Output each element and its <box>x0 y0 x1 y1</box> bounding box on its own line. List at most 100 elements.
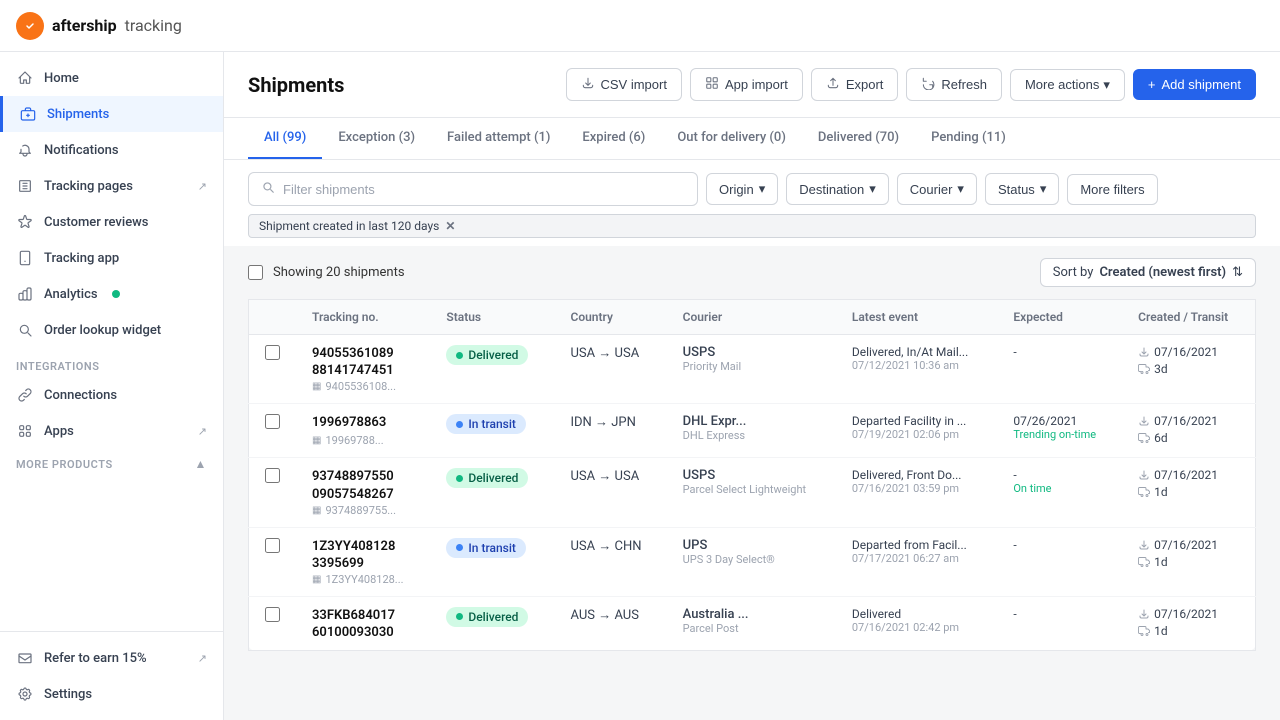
origin-filter-button[interactable]: Origin ▾ <box>706 173 778 205</box>
page-title: Shipments <box>248 73 344 97</box>
csv-import-label: CSV import <box>601 77 667 92</box>
cell-country-0: USA → USA <box>554 335 666 404</box>
filter-row: Origin ▾ Destination ▾ Courier ▾ Status … <box>248 172 1256 206</box>
more-products-section[interactable]: MORE PRODUCTS ▲ <box>0 449 223 479</box>
sidebar-item-settings[interactable]: Settings <box>0 676 223 712</box>
cell-event-0: Delivered, In/At Mail... 07/12/2021 10:3… <box>836 335 998 404</box>
chevron-down-icon: ▾ <box>1103 77 1110 93</box>
col-courier: Courier <box>667 300 836 335</box>
sidebar-item-label: Apps <box>44 424 74 439</box>
tab-all[interactable]: All (99) <box>248 118 322 159</box>
table-row: 1Z3YY408128 3395699 ▦1Z3YY408128... In t… <box>249 527 1256 596</box>
cell-status-3: In transit <box>430 527 554 596</box>
export-icon <box>826 76 840 93</box>
table-row: 1996978863 ▦19969788... In transit IDN →… <box>249 404 1256 458</box>
more-filters-label: More filters <box>1080 182 1144 197</box>
cell-expected-4: - <box>997 596 1122 650</box>
sidebar-item-shipments[interactable]: Shipments <box>0 96 223 132</box>
sidebar-item-customer-reviews[interactable]: Customer reviews <box>0 204 223 240</box>
col-status: Status <box>430 300 554 335</box>
integrations-label: INTEGRATIONS <box>0 348 223 377</box>
plus-icon: + <box>1148 77 1156 92</box>
row-checkbox-3[interactable] <box>265 538 280 553</box>
search-input[interactable] <box>283 182 685 197</box>
sidebar-item-tracking-app[interactable]: Tracking app <box>0 240 223 276</box>
row-checkbox-2[interactable] <box>265 468 280 483</box>
select-all-checkbox[interactable] <box>248 265 263 280</box>
tab-delivered[interactable]: Delivered (70) <box>802 118 915 159</box>
sidebar-item-label: Refer to earn 15% <box>44 651 147 666</box>
sort-label: Sort by <box>1053 265 1094 280</box>
app-import-label: App import <box>725 77 788 92</box>
shipments-table: Tracking no. Status Country Courier Late… <box>248 299 1256 651</box>
sidebar-item-label: Shipments <box>47 107 109 122</box>
cell-country-2: USA → USA <box>554 458 666 527</box>
csv-import-button[interactable]: CSV import <box>566 68 682 101</box>
sidebar-item-notifications[interactable]: Notifications <box>0 132 223 168</box>
sidebar-item-label: Customer reviews <box>44 215 149 230</box>
cell-created-2: 07/16/2021 1d <box>1122 458 1255 527</box>
cell-status-1: In transit <box>430 404 554 458</box>
refer-icon <box>16 649 34 667</box>
export-button[interactable]: Export <box>811 68 899 101</box>
sidebar-item-order-lookup[interactable]: Order lookup widget <box>0 312 223 348</box>
destination-filter-button[interactable]: Destination ▾ <box>786 173 889 205</box>
add-shipment-button[interactable]: + Add shipment <box>1133 69 1256 100</box>
sidebar-item-analytics[interactable]: Analytics <box>0 276 223 312</box>
row-checkbox-4[interactable] <box>265 607 280 622</box>
status-chevron-icon: ▾ <box>1040 181 1047 197</box>
origin-chevron-icon: ▾ <box>759 181 766 197</box>
more-filters-button[interactable]: More filters <box>1067 174 1157 205</box>
cell-status-2: Delivered <box>430 458 554 527</box>
cell-expected-0: - <box>997 335 1122 404</box>
courier-label: Courier <box>910 182 953 197</box>
download-icon <box>581 76 595 93</box>
analytics-badge <box>112 290 120 298</box>
tab-pending[interactable]: Pending (11) <box>915 118 1022 159</box>
search-box <box>248 172 698 206</box>
sidebar-item-label: Settings <box>44 687 92 702</box>
cell-created-3: 07/16/2021 1d <box>1122 527 1255 596</box>
cell-courier-4: Australia ... Parcel Post <box>667 596 836 650</box>
row-checkbox-0[interactable] <box>265 345 280 360</box>
cell-expected-2: - On time <box>997 458 1122 527</box>
logo-icon <box>16 12 44 40</box>
cell-tracking-no-0: 94055361089 88141747451 ▦9405536108... <box>296 335 430 404</box>
apps-icon <box>16 422 34 440</box>
cell-created-4: 07/16/2021 1d <box>1122 596 1255 650</box>
cell-status-4: Delivered <box>430 596 554 650</box>
row-checkbox-1[interactable] <box>265 414 280 429</box>
app-import-button[interactable]: App import <box>690 68 803 101</box>
sidebar-item-apps[interactable]: Apps ↗ <box>0 413 223 449</box>
courier-filter-button[interactable]: Courier ▾ <box>897 173 977 205</box>
tab-expired[interactable]: Expired (6) <box>566 118 661 159</box>
table-toolbar: Showing 20 shipments Sort by Created (ne… <box>248 246 1256 299</box>
cell-status-0: Delivered <box>430 335 554 404</box>
tab-out-for-delivery[interactable]: Out for delivery (0) <box>661 118 802 159</box>
sidebar-item-home[interactable]: Home <box>0 60 223 96</box>
home-icon <box>16 69 34 87</box>
search-icon <box>261 180 275 198</box>
status-label: Status <box>998 182 1035 197</box>
refresh-button[interactable]: Refresh <box>906 68 1002 101</box>
sidebar-item-tracking-pages[interactable]: Tracking pages ↗ <box>0 168 223 204</box>
sort-select[interactable]: Sort by Created (newest first) ⇅ <box>1040 258 1256 287</box>
sort-value: Created (newest first) <box>1099 265 1226 280</box>
sidebar-item-refer[interactable]: Refer to earn 15% ↗ <box>0 640 223 676</box>
status-filter-button[interactable]: Status ▾ <box>985 173 1059 205</box>
sidebar-item-connections[interactable]: Connections <box>0 377 223 413</box>
shipments-icon <box>19 105 37 123</box>
active-filter-text: Shipment created in last 120 days <box>259 219 439 233</box>
col-country: Country <box>554 300 666 335</box>
remove-filter-button[interactable]: ✕ <box>445 219 455 233</box>
sort-chevron-icon: ⇅ <box>1232 265 1243 280</box>
more-actions-button[interactable]: More actions ▾ <box>1010 69 1125 101</box>
tab-failed-attempt[interactable]: Failed attempt (1) <box>431 118 566 159</box>
reviews-icon <box>16 213 34 231</box>
courier-chevron-icon: ▾ <box>957 181 964 197</box>
more-actions-label: More actions <box>1025 77 1099 92</box>
cell-tracking-no-2: 93748897550 09057548267 ▦9374889755... <box>296 458 430 527</box>
cell-expected-1: 07/26/2021 Trending on-time <box>997 404 1122 458</box>
notifications-icon <box>16 141 34 159</box>
tab-exception[interactable]: Exception (3) <box>322 118 431 159</box>
